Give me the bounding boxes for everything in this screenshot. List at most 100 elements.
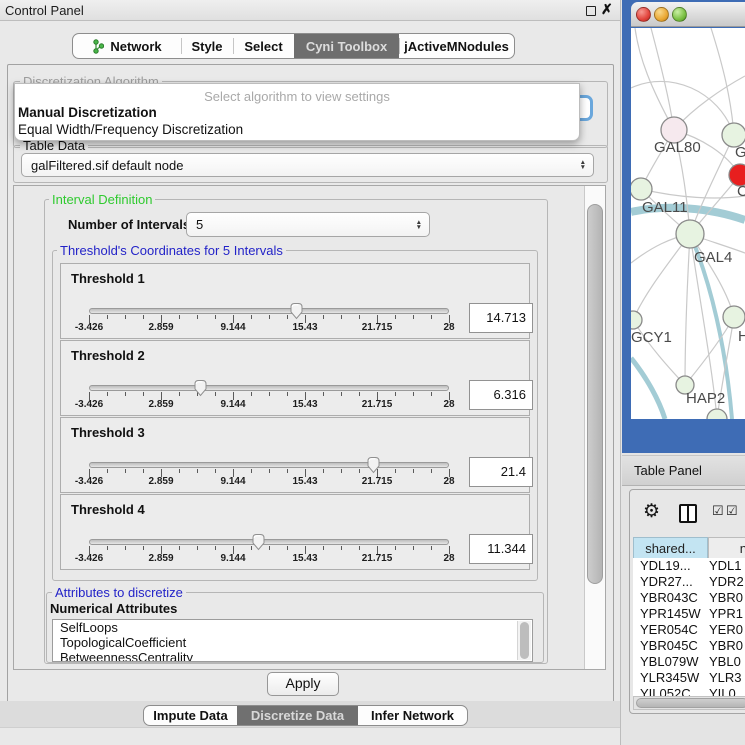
- float-window-icon[interactable]: [586, 6, 596, 16]
- cell-name[interactable]: YDR2: [709, 574, 744, 589]
- apply-button[interactable]: Apply: [267, 672, 339, 696]
- table-data-combobox[interactable]: galFiltered.sif default node ▲▼: [21, 153, 594, 177]
- list-item[interactable]: BetweennessCentrality: [53, 650, 532, 662]
- gear-icon[interactable]: ⚙: [643, 500, 660, 523]
- slider-track[interactable]: [89, 308, 449, 314]
- slider-thumb[interactable]: [366, 456, 381, 474]
- cell-shared-name[interactable]: YER054C: [640, 622, 698, 637]
- tick-mark: [269, 469, 270, 473]
- list-item[interactable]: SelfLoops: [53, 620, 532, 635]
- tab-discretize-data-label: Discretize Data: [251, 708, 344, 723]
- horizontal-scrollbar[interactable]: [633, 696, 745, 710]
- cell-shared-name[interactable]: YBR043C: [640, 590, 698, 605]
- network-node[interactable]: [723, 306, 745, 328]
- column-header-name[interactable]: n: [708, 537, 745, 560]
- tab-jactivemnodules[interactable]: jActiveMNodules: [399, 34, 514, 58]
- tick-label: 21.715: [362, 399, 393, 410]
- tab-network-label: Network: [110, 39, 161, 54]
- threshold-3-slider[interactable]: -3.4262.8599.14415.4321.71528: [89, 456, 449, 490]
- cell-shared-name[interactable]: YIL052C: [640, 686, 691, 696]
- slider-thumb[interactable]: [251, 533, 266, 551]
- slider-track[interactable]: [89, 539, 449, 545]
- cell-name[interactable]: YPR1: [709, 606, 743, 621]
- threshold-2-value-field[interactable]: 6.316: [469, 380, 533, 410]
- threshold-2-slider[interactable]: -3.4262.8599.14415.4321.71528: [89, 379, 449, 413]
- horizontal-scrollbar-thumb[interactable]: [636, 698, 745, 708]
- tab-network[interactable]: Network: [73, 34, 181, 58]
- dropdown-prompt: Select algorithm to view settings: [15, 89, 579, 104]
- tab-impute-data[interactable]: Impute Data: [144, 706, 237, 725]
- table-row[interactable]: YDR27... YDR2: [633, 574, 745, 590]
- numerical-attributes-list[interactable]: SelfLoops TopologicalCoefficient Between…: [52, 619, 533, 662]
- table-row[interactable]: YPR145W YPR1: [633, 606, 745, 622]
- table-row[interactable]: YBL079W YBL0: [633, 654, 745, 670]
- table-row[interactable]: YBR045C YBR0: [633, 638, 745, 654]
- table-row[interactable]: YIL052C YIL0: [633, 686, 745, 696]
- slider-thumb[interactable]: [289, 302, 304, 320]
- column-header-shared-name[interactable]: shared...: [633, 537, 708, 560]
- table-row[interactable]: YLR345W YLR3: [633, 670, 745, 686]
- cell-name[interactable]: YER0: [709, 622, 743, 637]
- cell-name[interactable]: YIL0: [709, 686, 736, 696]
- tab-select[interactable]: Select: [233, 34, 294, 58]
- control-panel-titlebar[interactable]: Control Panel ✗: [0, 0, 620, 21]
- checkbox-icon[interactable]: ☑: [726, 503, 738, 519]
- threshold-3-value-field[interactable]: 21.4: [469, 457, 533, 487]
- num-intervals-combobox[interactable]: 5 ▲▼: [186, 212, 430, 237]
- slider-track[interactable]: [89, 462, 449, 468]
- edge[interactable]: [641, 189, 745, 198]
- close-traffic-light-icon[interactable]: [636, 7, 651, 22]
- tab-discretize-data[interactable]: Discretize Data: [237, 706, 358, 725]
- table-row[interactable]: YDL19... YDL1: [633, 558, 745, 574]
- top-tab-bar: Network Style Select Cyni Toolbox jActiv…: [72, 33, 515, 59]
- list-item[interactable]: TopologicalCoefficient: [53, 635, 532, 650]
- list-scrollbar-thumb[interactable]: [520, 622, 529, 659]
- network-node[interactable]: [631, 311, 642, 329]
- dropdown-option-equal-width[interactable]: Equal Width/Frequency Discretization: [18, 122, 243, 137]
- network-node[interactable]: [707, 409, 727, 419]
- network-node[interactable]: [676, 220, 704, 248]
- vertical-scrollbar[interactable]: [584, 186, 605, 669]
- cell-name[interactable]: YBR0: [709, 638, 743, 653]
- cell-shared-name[interactable]: YBL079W: [640, 654, 699, 669]
- threshold-4-slider[interactable]: -3.4262.8599.14415.4321.71528: [89, 533, 449, 567]
- cell-shared-name[interactable]: YDR27...: [640, 574, 693, 589]
- split-columns-icon[interactable]: [679, 504, 697, 523]
- threshold-1-value-field[interactable]: 14.713: [469, 303, 533, 333]
- cell-shared-name[interactable]: YLR345W: [640, 670, 699, 685]
- table-row[interactable]: YBR043C YBR0: [633, 590, 745, 606]
- cell-shared-name[interactable]: YPR145W: [640, 606, 701, 621]
- cell-shared-name[interactable]: YDL19...: [640, 558, 691, 573]
- table-row[interactable]: YER054C YER0: [633, 622, 745, 638]
- cell-name[interactable]: YDL1: [709, 558, 742, 573]
- edge[interactable]: [651, 28, 674, 130]
- edge[interactable]: [633, 234, 690, 320]
- cell-name[interactable]: YBR0: [709, 590, 743, 605]
- zoom-traffic-light-icon[interactable]: [672, 7, 687, 22]
- checkbox-icon[interactable]: ☑: [712, 503, 724, 519]
- dropdown-option-manual[interactable]: Manual Discretization: [18, 105, 157, 120]
- edge[interactable]: [685, 234, 690, 385]
- cell-shared-name[interactable]: YBR045C: [640, 638, 698, 653]
- vertical-scrollbar-thumb[interactable]: [587, 204, 603, 584]
- edge[interactable]: [711, 28, 734, 135]
- tab-infer-network[interactable]: Infer Network: [358, 706, 467, 725]
- slider-track[interactable]: [89, 385, 449, 391]
- cell-name[interactable]: YBL0: [709, 654, 741, 669]
- threshold-1-slider[interactable]: -3.4262.8599.14415.4321.71528: [89, 302, 449, 336]
- table-panel-bar[interactable]: Table Panel: [622, 455, 745, 486]
- highlighted-edge[interactable]: [631, 358, 665, 419]
- cell-name[interactable]: YLR3: [709, 670, 742, 685]
- tab-style[interactable]: Style: [181, 34, 233, 58]
- network-node[interactable]: [631, 178, 652, 200]
- minimize-traffic-light-icon[interactable]: [654, 7, 669, 22]
- threshold-2-panel: Threshold 2 -3.4262.8599.14415.4321.7152…: [60, 340, 530, 416]
- close-icon[interactable]: ✗: [601, 1, 613, 18]
- tab-cyni-toolbox[interactable]: Cyni Toolbox: [294, 34, 399, 58]
- tick-label: -3.426: [75, 322, 103, 333]
- network-canvas[interactable]: GAL80GCGAL11GAL4GCY1HHAP2: [631, 28, 745, 419]
- list-scrollbar[interactable]: [517, 621, 531, 660]
- threshold-4-value-field[interactable]: 11.344: [469, 534, 533, 564]
- slider-thumb[interactable]: [193, 379, 208, 397]
- network-window-titlebar[interactable]: [631, 2, 745, 27]
